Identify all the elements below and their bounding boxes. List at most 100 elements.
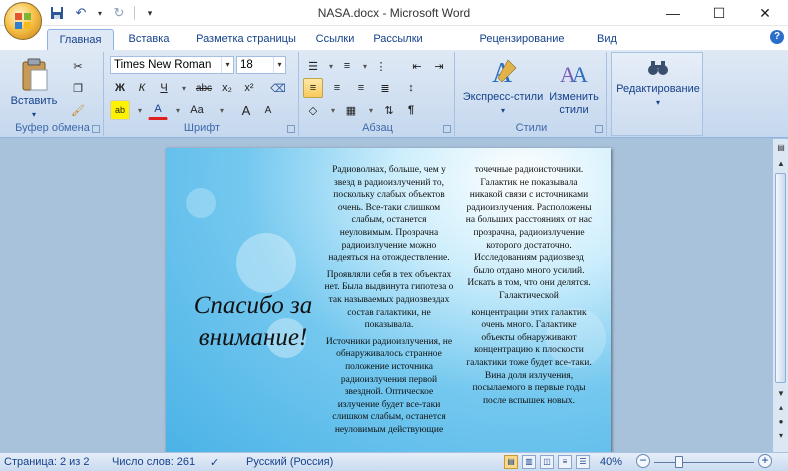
align-left-icon[interactable]: ≡ — [303, 78, 323, 98]
ruler-toggle-icon[interactable]: ▤ — [774, 141, 788, 155]
numbering-icon[interactable]: ≡ — [337, 56, 357, 76]
full-screen-reading-icon[interactable]: ▥ — [522, 455, 536, 469]
change-case-dropdown-icon[interactable]: ▾ — [212, 100, 232, 120]
zoom-level[interactable]: 40% — [600, 456, 622, 468]
paragraph-launcher-icon[interactable] — [443, 125, 451, 133]
zoom-in-button[interactable]: + — [758, 454, 772, 468]
paste-button[interactable]: Вставить ▾ — [8, 56, 60, 121]
decrease-indent-icon[interactable]: ⇤ — [407, 56, 427, 76]
previous-page-icon[interactable]: ▴ — [774, 401, 788, 415]
maximize-button[interactable]: ☐ — [696, 0, 742, 26]
help-icon[interactable]: ? — [770, 30, 784, 44]
scroll-down-icon[interactable]: ▼ — [774, 387, 788, 401]
font-size-dropdown-icon[interactable]: ▾ — [273, 57, 285, 73]
scroll-thumb[interactable] — [775, 173, 786, 383]
bold-button[interactable]: Ж — [110, 78, 130, 98]
zoom-out-button[interactable]: − — [636, 454, 650, 468]
underline-dropdown-icon[interactable]: ▾ — [174, 78, 194, 98]
ribbon-tabs: Главная Вставка Разметка страницы Ссылки… — [0, 26, 788, 50]
line-spacing-icon[interactable]: ↕ — [401, 78, 421, 98]
zoom-slider-track[interactable] — [654, 462, 754, 463]
quick-styles-label: Экспресс-стили — [462, 91, 544, 103]
change-styles-icon: A A — [560, 62, 588, 87]
font-name-dropdown-icon[interactable]: ▾ — [221, 57, 233, 73]
draft-view-icon[interactable]: ☰ — [576, 455, 590, 469]
thanks-heading: Спасибо за внимание! — [193, 292, 313, 351]
status-bar: Страница: 2 из 2 Число слов: 261 ✓ Русск… — [0, 452, 788, 471]
office-logo-icon — [15, 13, 31, 29]
sort-icon[interactable]: ⇅ — [379, 100, 399, 120]
proofing-icon[interactable]: ✓ — [210, 456, 230, 469]
zoom-slider-thumb[interactable] — [675, 456, 683, 468]
paragraph: концентрации этих галактик очень много. … — [466, 307, 592, 406]
vertical-scrollbar[interactable]: ▤ ▲ ▼ ▴ ● ▾ — [772, 139, 788, 452]
borders-icon[interactable]: ▦ — [341, 100, 361, 120]
shrink-font-button[interactable]: A — [258, 100, 278, 120]
tab-page-layout[interactable]: Разметка страницы — [190, 29, 302, 50]
close-button[interactable]: ✕ — [742, 0, 788, 26]
next-page-icon[interactable]: ▾ — [774, 429, 788, 443]
editing-button[interactable]: Редактирование ▾ — [612, 59, 704, 109]
highlight-color-icon[interactable]: ab — [110, 100, 130, 120]
bullets-icon[interactable]: ☰ — [303, 56, 323, 76]
page-count[interactable]: Страница: 2 из 2 — [4, 456, 90, 468]
print-layout-view-icon[interactable]: ▤ — [504, 455, 518, 469]
title-bar: ↶ ▾ ↻ ▾ NASA.docx - Microsoft Word — ☐ ✕ — [0, 0, 788, 40]
italic-button[interactable]: К — [132, 78, 152, 98]
language[interactable]: Русский (Россия) — [246, 456, 333, 468]
tab-insert[interactable]: Вставка — [118, 29, 180, 50]
multilevel-list-icon[interactable]: ⋮ — [371, 56, 391, 76]
copy-icon[interactable]: ❐ — [68, 78, 88, 98]
cut-icon[interactable]: ✂ — [68, 56, 88, 76]
document-page[interactable]: Спасибо за внимание! Радиоволнах, больше… — [166, 148, 611, 452]
styles-launcher-icon[interactable] — [595, 125, 603, 133]
editing-group: Редактирование ▾ — [611, 52, 703, 136]
shading-icon[interactable]: ◇ — [303, 100, 323, 120]
change-case-button[interactable]: Aa — [184, 100, 210, 120]
outline-view-icon[interactable]: ≡ — [558, 455, 572, 469]
quick-styles-icon: A — [492, 58, 517, 88]
shading-dropdown-icon[interactable]: ▾ — [323, 100, 343, 120]
web-layout-icon[interactable]: ◫ — [540, 455, 554, 469]
font-launcher-icon[interactable] — [287, 125, 295, 133]
background-bokeh — [186, 188, 216, 218]
tab-review[interactable]: Рецензирование — [470, 29, 574, 50]
change-styles-button[interactable]: A A Изменить стили — [545, 56, 603, 117]
word-count[interactable]: Число слов: 261 — [112, 456, 195, 468]
subscript-button[interactable]: x₂ — [217, 78, 237, 98]
select-browse-object-icon[interactable]: ● — [774, 415, 788, 429]
editing-label: Редактирование — [616, 83, 700, 95]
minimize-button[interactable]: — — [650, 0, 696, 26]
borders-dropdown-icon[interactable]: ▾ — [361, 100, 381, 120]
clipboard-launcher-icon[interactable] — [92, 125, 100, 133]
svg-text:A: A — [572, 62, 588, 87]
window-controls: — ☐ ✕ — [650, 0, 788, 26]
align-right-icon[interactable]: ≡ — [351, 78, 371, 98]
quick-styles-dropdown-icon: ▾ — [500, 106, 505, 115]
font-name-combo[interactable]: Times New Roman ▾ — [110, 56, 234, 74]
scroll-up-icon[interactable]: ▲ — [774, 157, 788, 171]
office-button[interactable] — [4, 2, 42, 40]
text-column-2: точечные радиоисточники. Галактик не пок… — [464, 164, 594, 411]
align-center-icon[interactable]: ≡ — [327, 78, 347, 98]
quick-styles-button[interactable]: A Экспресс-стили ▾ — [461, 56, 545, 117]
highlight-dropdown-icon[interactable]: ▾ — [130, 100, 150, 120]
tab-home[interactable]: Главная — [47, 29, 114, 50]
justify-icon[interactable]: ≣ — [375, 78, 395, 98]
font-color-icon[interactable]: A — [148, 100, 168, 120]
grow-font-button[interactable]: A — [236, 100, 256, 120]
show-marks-button[interactable]: ¶ — [401, 100, 421, 120]
document-area[interactable]: Спасибо за внимание! Радиоволнах, больше… — [0, 139, 772, 452]
styles-group: A Экспресс-стили ▾ A A Изменить стили Ст… — [457, 52, 607, 136]
strikethrough-button[interactable]: abc — [194, 78, 214, 98]
clear-formatting-icon[interactable]: ⌫ — [268, 78, 288, 98]
font-size-combo[interactable]: 18 ▾ — [236, 56, 286, 74]
underline-button[interactable]: Ч — [154, 78, 174, 98]
format-painter-icon[interactable]: 🖌 — [68, 100, 88, 120]
increase-indent-icon[interactable]: ⇥ — [429, 56, 449, 76]
tab-view[interactable]: Вид — [590, 29, 624, 50]
tab-mailings[interactable]: Рассылки — [368, 29, 428, 50]
superscript-button[interactable]: x² — [239, 78, 259, 98]
tab-references[interactable]: Ссылки — [310, 29, 360, 50]
paragraph: Проявляли себя в тех объектах нет. Была … — [324, 269, 454, 331]
